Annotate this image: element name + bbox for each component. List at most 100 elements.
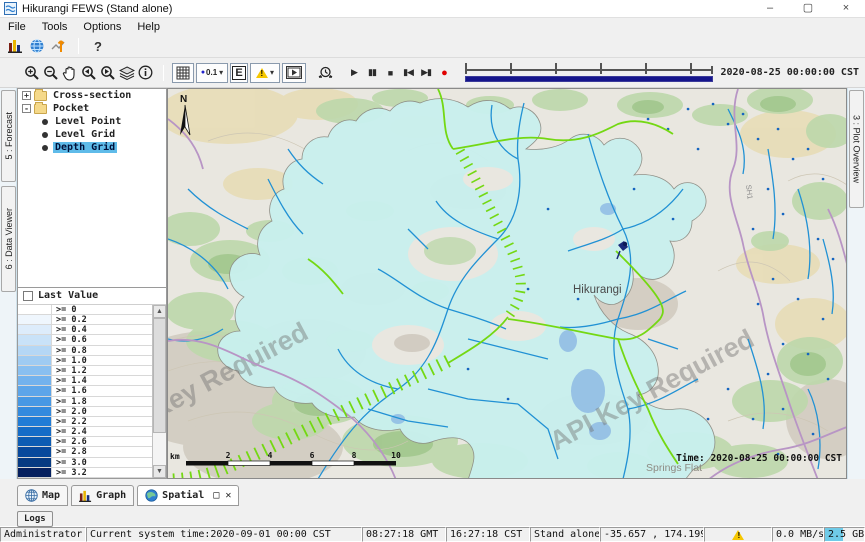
minimize-button[interactable]: – xyxy=(751,0,789,17)
menu-tools[interactable]: Tools xyxy=(34,20,76,34)
globe-icon[interactable] xyxy=(26,37,48,55)
tab-map[interactable]: Map xyxy=(17,485,68,506)
elevation-label: E xyxy=(232,66,245,80)
bottom-tab-bar: Map Graph Spatial □ ✕ xyxy=(0,479,865,506)
legend-row[interactable]: >= 2.4 xyxy=(18,427,152,437)
legend-row[interactable]: >= 1.0 xyxy=(18,356,152,366)
status-mode: Stand alone xyxy=(530,527,600,542)
tab-data-viewer[interactable]: 6 : Data Viewer xyxy=(1,186,16,292)
tree-item-label: Level Grid xyxy=(53,129,117,140)
threshold-dropdown[interactable]: ● 0.1 ▾ xyxy=(196,63,228,83)
legend-label: >= 0.8 xyxy=(52,346,152,355)
legend-label: >= 0 xyxy=(52,305,152,314)
legend-row[interactable]: >= 0 xyxy=(18,305,152,315)
timeline-slider[interactable] xyxy=(463,62,715,84)
tree-item-level-grid[interactable]: Level Grid xyxy=(18,128,166,141)
bullet-icon xyxy=(42,145,48,151)
layer-tree: + Cross-section - Pocket Level Point Lev… xyxy=(17,88,167,288)
stop-button[interactable]: ■ xyxy=(381,64,399,82)
zoom-in-icon[interactable] xyxy=(22,63,41,83)
legend-row[interactable]: >= 0.2 xyxy=(18,315,152,325)
elevation-button[interactable]: E xyxy=(230,63,248,83)
legend-row[interactable]: >= 3.2 xyxy=(18,468,152,478)
status-warning[interactable] xyxy=(704,527,772,542)
database-bars-icon[interactable] xyxy=(4,37,26,55)
map-canvas[interactable]: API Key Required API Key Required xyxy=(168,89,847,479)
time-reset-icon[interactable] xyxy=(316,63,335,83)
legend-row[interactable]: >= 3.0 xyxy=(18,458,152,468)
expander-icon[interactable]: - xyxy=(22,104,31,113)
legend-row[interactable]: >= 2.8 xyxy=(18,447,152,457)
menu-file[interactable]: File xyxy=(0,20,34,34)
scroll-down-icon[interactable]: ▼ xyxy=(153,465,166,478)
legend-row[interactable]: >= 1.8 xyxy=(18,397,152,407)
zoom-next-icon[interactable] xyxy=(98,63,117,83)
warning-icon xyxy=(256,68,268,78)
color-swatch xyxy=(18,458,52,467)
legend-row[interactable]: >= 1.4 xyxy=(18,376,152,386)
scale-tick: 10 xyxy=(391,451,401,460)
tab-spatial[interactable]: Spatial □ ✕ xyxy=(137,485,239,506)
chart-export-icon[interactable] xyxy=(48,37,70,55)
tab-maximize-icon[interactable]: □ xyxy=(213,490,219,501)
warning-dropdown[interactable]: ▾ xyxy=(250,63,280,83)
tab-graph[interactable]: Graph xyxy=(71,485,134,506)
menu-options[interactable]: Options xyxy=(75,20,129,34)
close-button[interactable]: × xyxy=(827,0,865,17)
legend-row[interactable]: >= 2.0 xyxy=(18,407,152,417)
logs-button[interactable]: Logs xyxy=(17,511,53,527)
animation-button[interactable] xyxy=(282,63,306,83)
tab-plot-overview[interactable]: 3 : Plot Overview xyxy=(849,90,864,208)
last-value-checkbox[interactable] xyxy=(23,291,33,301)
right-tab-strip: 3 : Plot Overview xyxy=(847,88,865,479)
scrollbar-thumb[interactable] xyxy=(153,318,166,433)
legend-row[interactable]: >= 0.6 xyxy=(18,335,152,345)
tab-forecast[interactable]: 5 : Forecast xyxy=(1,90,16,182)
tree-item-pocket[interactable]: - Pocket xyxy=(18,102,166,115)
legend-label: >= 0.6 xyxy=(52,335,152,344)
tree-item-depth-grid[interactable]: Depth Grid xyxy=(18,141,166,154)
menu-help[interactable]: Help xyxy=(129,20,168,34)
info-icon[interactable] xyxy=(136,63,155,83)
legend-row[interactable]: >= 2.6 xyxy=(18,437,152,447)
status-download-speed: 0.0 MB/s xyxy=(772,527,824,542)
legend-label: >= 2.4 xyxy=(52,427,152,436)
scrollbar-track[interactable] xyxy=(153,318,166,465)
tab-close-icon[interactable]: ✕ xyxy=(225,490,231,501)
warning-icon xyxy=(732,530,744,540)
help-icon[interactable]: ? xyxy=(87,37,109,55)
grid-layer-button[interactable] xyxy=(172,63,194,83)
scale-tick: 4 xyxy=(268,451,273,460)
legend-row[interactable]: >= 1.2 xyxy=(18,366,152,376)
map-viewport[interactable]: API Key Required API Key Required xyxy=(167,88,847,479)
legend-row[interactable]: >= 0.8 xyxy=(18,346,152,356)
scroll-up-icon[interactable]: ▲ xyxy=(153,305,166,318)
pause-button[interactable]: ▮▮ xyxy=(363,64,381,82)
tab-graph-label: Graph xyxy=(96,490,126,501)
record-button[interactable]: ● xyxy=(435,64,453,82)
last-frame-button[interactable]: ▶▮ xyxy=(417,64,435,82)
legend-row[interactable]: >= 0.4 xyxy=(18,325,152,335)
toolbar-separator xyxy=(78,38,79,54)
first-frame-button[interactable]: ▮◀ xyxy=(399,64,417,82)
play-button[interactable]: ▶ xyxy=(345,64,363,82)
legend-label: >= 1.6 xyxy=(52,386,152,395)
legend-label: >= 0.2 xyxy=(52,315,152,324)
pan-hand-icon[interactable] xyxy=(60,63,79,83)
zoom-out-icon[interactable] xyxy=(41,63,60,83)
legend-label: >= 2.0 xyxy=(52,407,152,416)
maximize-button[interactable]: ▢ xyxy=(789,0,827,17)
expander-icon[interactable]: + xyxy=(22,91,31,100)
tree-item-level-point[interactable]: Level Point xyxy=(18,115,166,128)
scale-tick: 2 xyxy=(226,451,231,460)
bullet-icon xyxy=(42,119,48,125)
legend-title: Last Value xyxy=(38,290,98,301)
chevron-down-icon: ▾ xyxy=(270,68,274,77)
legend-row[interactable]: >= 2.2 xyxy=(18,417,152,427)
legend-row[interactable]: >= 1.6 xyxy=(18,386,152,396)
tree-item-cross-section[interactable]: + Cross-section xyxy=(18,89,166,102)
zoom-previous-icon[interactable] xyxy=(79,63,98,83)
legend-scrollbar[interactable]: ▲ ▼ xyxy=(152,305,166,478)
layers-icon[interactable] xyxy=(117,63,136,83)
main-toolbar: ? xyxy=(0,35,865,58)
